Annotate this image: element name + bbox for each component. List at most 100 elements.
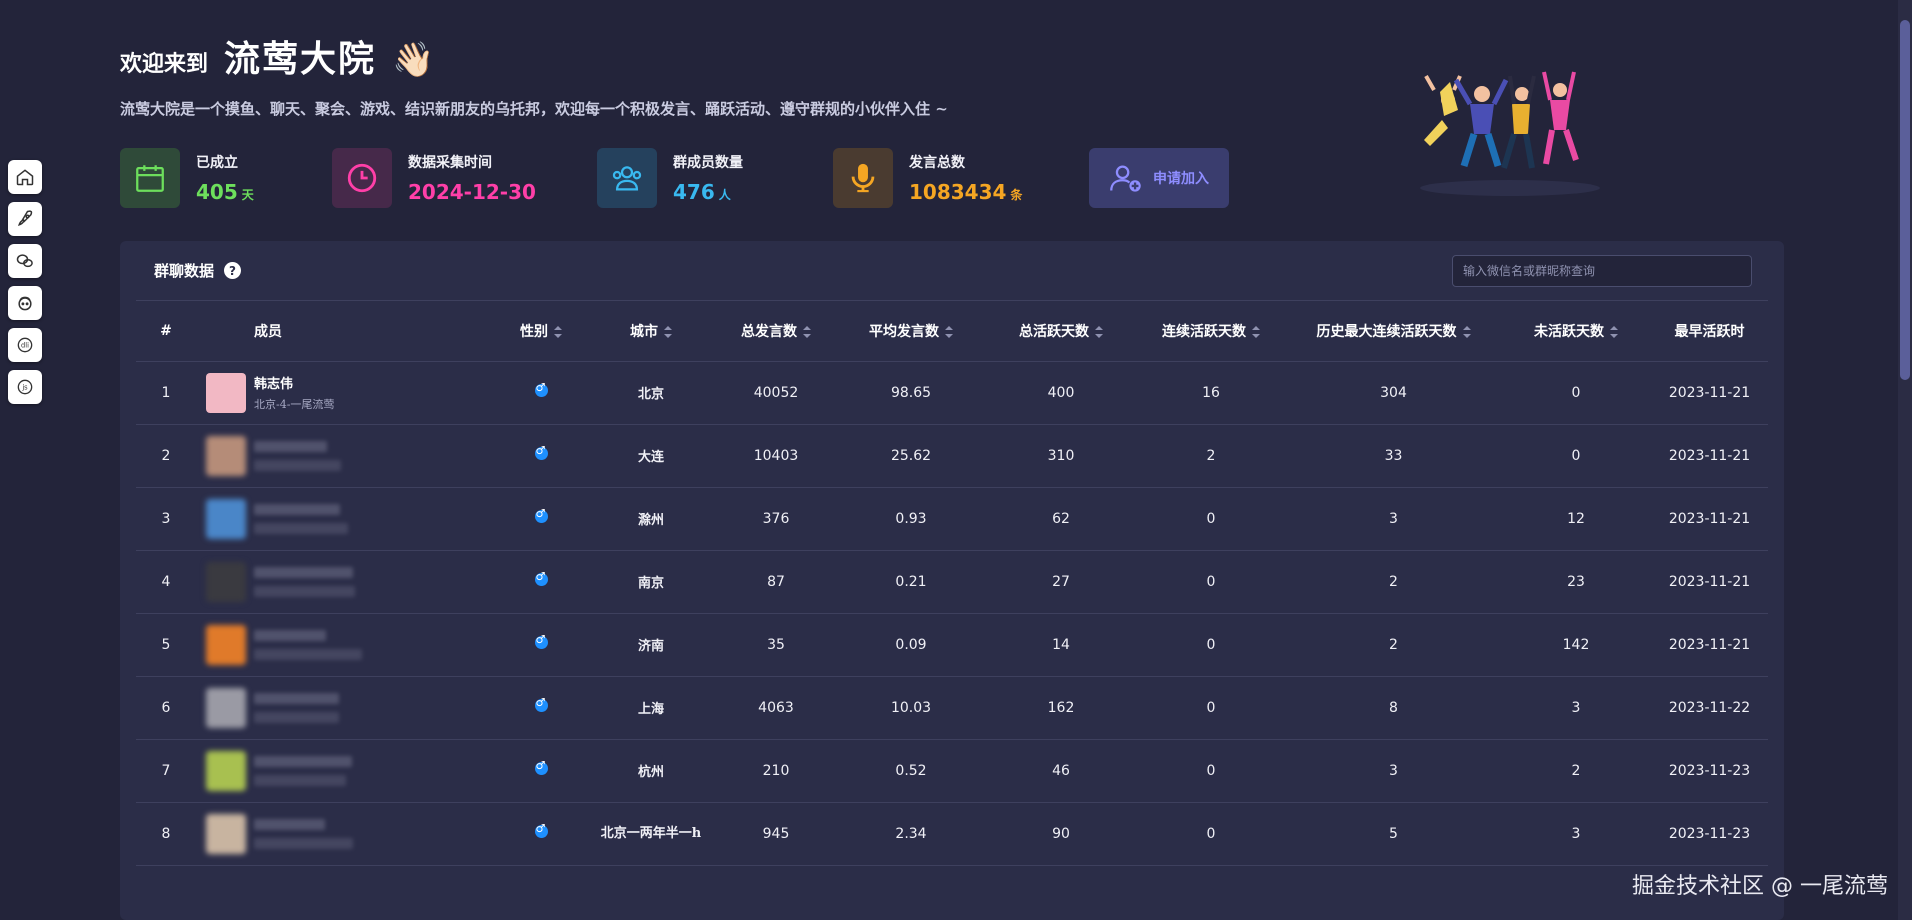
col-rank: # <box>136 301 196 362</box>
scrollbar-thumb[interactable] <box>1900 20 1910 380</box>
member-cell[interactable] <box>196 613 496 677</box>
watermark: 掘金技术社区 @ 一尾流莺 <box>1632 874 1888 899</box>
avg-messages-cell: 0.93 <box>836 487 986 551</box>
avg-messages-cell: 98.65 <box>836 361 986 425</box>
active-days-cell: 62 <box>986 487 1136 551</box>
col-avg-messages[interactable]: 平均发言数 <box>836 301 986 362</box>
sort-icon <box>1462 325 1471 338</box>
member-sub-blurred <box>254 585 355 597</box>
member-cell[interactable]: 韩志伟 北京-4-一尾流莺 <box>196 361 496 425</box>
max-streak-cell: 8 <box>1286 676 1501 740</box>
city-cell: 北京一两年半一h <box>586 802 716 866</box>
stat-unit: 天 <box>241 188 254 202</box>
first-active-cell: 2023-11-21 <box>1651 487 1768 551</box>
stat-message-total: 发言总数 1083434 条 <box>833 148 1089 208</box>
sort-icon <box>945 325 953 338</box>
table-row[interactable]: 5 济南 35 0.09 14 0 2 142 2023-11-21 <box>136 613 1768 677</box>
js-icon[interactable]: js <box>8 370 42 404</box>
avatar-icon[interactable] <box>8 286 42 320</box>
avatar[interactable] <box>206 750 246 791</box>
col-gender[interactable]: 性别 <box>496 301 586 362</box>
search-input[interactable] <box>1452 254 1752 287</box>
member-name-blurred <box>254 440 327 452</box>
active-days-cell: 14 <box>986 613 1136 677</box>
first-active-cell: 2023-11-21 <box>1651 424 1768 488</box>
join-label: 申请加入 <box>1153 171 1209 187</box>
col-first-active[interactable]: 最早活跃时 <box>1651 301 1768 362</box>
active-days-cell: 90 <box>986 802 1136 866</box>
avatar[interactable] <box>206 561 246 602</box>
active-days-cell: 400 <box>986 361 1136 425</box>
join-button[interactable]: 申请加入 <box>1089 148 1229 208</box>
avatar[interactable] <box>206 498 246 539</box>
stat-value: 2024-12-30 <box>408 180 536 204</box>
active-days-cell: 162 <box>986 676 1136 740</box>
stat-founded: 已成立 405 天 <box>120 148 332 208</box>
avatar[interactable] <box>206 435 246 476</box>
inactive-days-cell: 2 <box>1501 739 1651 803</box>
dli-icon[interactable]: dli <box>8 328 42 362</box>
inactive-days-cell: 12 <box>1501 487 1651 551</box>
avatar[interactable] <box>206 624 246 665</box>
member-cell[interactable] <box>196 550 496 614</box>
col-active-days[interactable]: 总活跃天数 <box>986 301 1136 362</box>
member-cell[interactable] <box>196 739 496 803</box>
inactive-days-cell: 0 <box>1501 361 1651 425</box>
table-row[interactable]: 3 滁州 376 0.93 62 0 3 12 2023-11-21 <box>136 487 1768 551</box>
streak-days-cell: 0 <box>1136 613 1286 677</box>
male-icon <box>534 507 548 523</box>
wechat-icon[interactable] <box>8 244 42 278</box>
avg-messages-cell: 2.34 <box>836 802 986 866</box>
gender-cell <box>496 361 586 425</box>
gender-cell <box>496 550 586 614</box>
table-header-row: # 成员 性别 城市 总发言数 平均发言数 总活跃天数 连续活跃天数 历史最大连… <box>136 301 1768 362</box>
table-row[interactable]: 4 南京 87 0.21 27 0 2 23 2023-11-21 <box>136 550 1768 614</box>
avatar[interactable] <box>206 687 246 728</box>
rank-cell: 7 <box>136 739 196 803</box>
jumping-people-illustration <box>1420 71 1600 196</box>
avatar[interactable] <box>206 813 246 854</box>
max-streak-cell: 304 <box>1286 361 1501 425</box>
home-icon[interactable] <box>8 160 42 194</box>
rank-cell: 1 <box>136 361 196 425</box>
sort-icon <box>554 325 562 338</box>
header: 欢迎来到 流莺大院 👋🏻 流莺大院是一个摸鱼、聊天、聚会、游戏、结识新朋友的乌托… <box>120 30 1420 119</box>
table-row[interactable]: 7 杭州 210 0.52 46 0 3 2 2023-11-23 <box>136 739 1768 803</box>
stats-row: 已成立 405 天 数据采集时间 2024-12-30 群成员数量 476 人 发言… <box>120 148 1229 208</box>
member-cell[interactable] <box>196 487 496 551</box>
sort-icon <box>803 325 811 338</box>
table-row[interactable]: 2 大连 10403 25.62 310 2 33 0 2023-11-21 <box>136 424 1768 488</box>
table-row[interactable]: 8 北京一两年半一h 945 2.34 90 0 5 3 2023-11-23 <box>136 802 1768 866</box>
col-member: 成员 <box>196 301 496 362</box>
col-city[interactable]: 城市 <box>586 301 716 362</box>
side-nav: dli js <box>8 160 42 404</box>
avatar[interactable] <box>206 372 246 413</box>
col-inactive-days[interactable]: 未活跃天数 <box>1501 301 1651 362</box>
streak-days-cell: 16 <box>1136 361 1286 425</box>
page-scrollbar[interactable] <box>1898 0 1912 920</box>
col-total-messages[interactable]: 总发言数 <box>716 301 836 362</box>
waving-hand-icon: 👋🏻 <box>392 40 435 80</box>
streak-days-cell: 0 <box>1136 802 1286 866</box>
member-name-blurred <box>254 692 339 704</box>
rank-cell: 6 <box>136 676 196 740</box>
help-icon[interactable]: ? <box>224 262 242 279</box>
avg-messages-cell: 0.09 <box>836 613 986 677</box>
active-days-cell: 310 <box>986 424 1136 488</box>
member-cell[interactable] <box>196 802 496 866</box>
stat-member-count: 群成员数量 476 人 <box>597 148 833 208</box>
streak-days-cell: 2 <box>1136 424 1286 488</box>
table-row[interactable]: 1 韩志伟 北京-4-一尾流莺 北京 40052 98.65 400 16 30… <box>136 361 1768 425</box>
rocket-icon[interactable] <box>8 202 42 236</box>
member-cell[interactable] <box>196 676 496 740</box>
gender-cell <box>496 739 586 803</box>
table-row[interactable]: 6 上海 4063 10.03 162 0 8 3 2023-11-22 <box>136 676 1768 740</box>
svg-text:js: js <box>21 384 28 392</box>
total-messages-cell: 376 <box>716 487 836 551</box>
welcome-line: 欢迎来到 流莺大院 👋🏻 <box>120 30 1420 82</box>
max-streak-cell: 2 <box>1286 550 1501 614</box>
col-max-streak[interactable]: 历史最大连续活跃天数 <box>1286 301 1501 362</box>
col-streak-days[interactable]: 连续活跃天数 <box>1136 301 1286 362</box>
member-cell[interactable] <box>196 424 496 488</box>
total-messages-cell: 945 <box>716 802 836 866</box>
